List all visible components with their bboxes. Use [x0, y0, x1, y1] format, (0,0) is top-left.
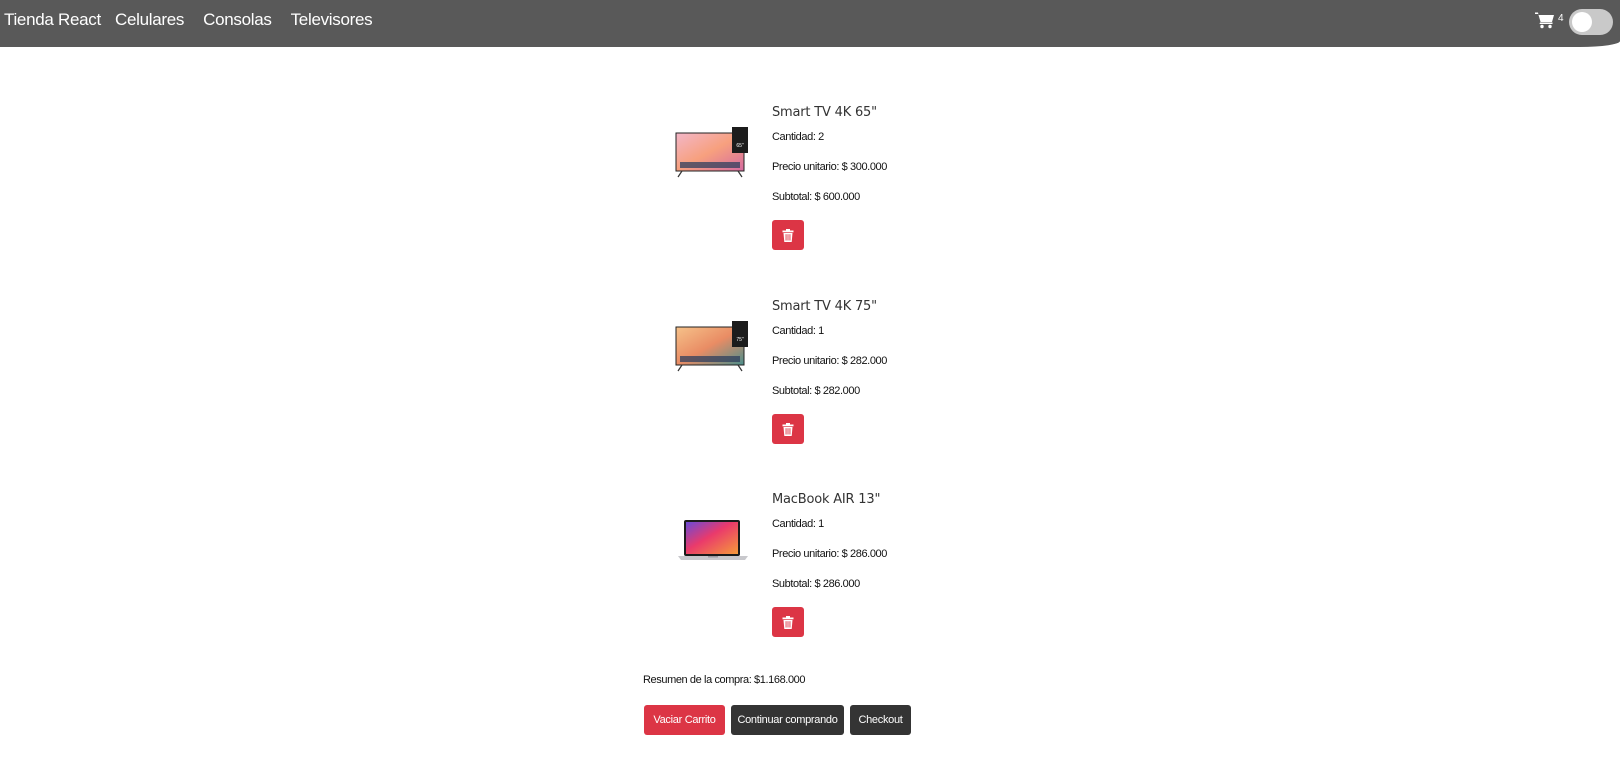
cart-item: 75" Smart TV 4K 75" Cantidad: 1 Precio u… [0, 297, 1620, 477]
item-subtotal: Subtotal: $ 286.000 [772, 578, 860, 590]
subtotal-label: Subtotal: [772, 385, 812, 397]
item-subtotal: Subtotal: $ 282.000 [772, 385, 860, 397]
cart-list: 65" Smart TV 4K 65" Cantidad: 2 Precio u… [0, 0, 1620, 769]
quantity-value: 1 [818, 325, 824, 337]
summary-total: $1.168.000 [754, 674, 806, 686]
laptop-image [674, 516, 752, 576]
unit-price-value: $ 300.000 [841, 161, 888, 173]
purchase-summary: Resumen de la compra: $1.168.000 [643, 674, 806, 686]
tv-image: 65" [674, 127, 752, 187]
item-quantity: Cantidad: 2 [772, 131, 824, 143]
remove-item-button[interactable] [772, 607, 804, 637]
quantity-label: Cantidad: [772, 325, 816, 337]
subtotal-label: Subtotal: [772, 578, 812, 590]
remove-item-button[interactable] [772, 220, 804, 250]
continue-shopping-button[interactable]: Continuar comprando [731, 705, 844, 735]
item-title: Smart TV 4K 65" [772, 105, 877, 120]
svg-text:75": 75" [736, 337, 744, 343]
summary-label: Resumen de la compra: [643, 674, 752, 686]
item-title: Smart TV 4K 75" [772, 299, 877, 314]
unit-price-label: Precio unitario: [772, 161, 839, 173]
cart-item: 65" Smart TV 4K 65" Cantidad: 2 Precio u… [0, 103, 1620, 283]
quantity-label: Cantidad: [772, 131, 816, 143]
subtotal-value: $ 286.000 [814, 578, 860, 590]
item-title: MacBook AIR 13" [772, 492, 881, 507]
item-unit-price: Precio unitario: $ 286.000 [772, 548, 887, 560]
item-unit-price: Precio unitario: $ 300.000 [772, 161, 887, 173]
unit-price-value: $ 282.000 [841, 355, 888, 367]
item-subtotal: Subtotal: $ 600.000 [772, 191, 860, 203]
subtotal-value: $ 282.000 [814, 385, 860, 397]
item-quantity: Cantidad: 1 [772, 518, 824, 530]
quantity-label: Cantidad: [772, 518, 816, 530]
cart-actions: Vaciar Carrito Continuar comprando Check… [644, 705, 917, 735]
svg-text:65": 65" [736, 143, 744, 149]
unit-price-label: Precio unitario: [772, 355, 839, 367]
subtotal-value: $ 600.000 [814, 191, 860, 203]
checkout-button[interactable]: Checkout [850, 705, 911, 735]
tv-image: 75" [674, 321, 752, 381]
remove-item-button[interactable] [772, 414, 804, 444]
unit-price-value: $ 286.000 [841, 548, 888, 560]
trash-icon [782, 228, 794, 242]
trash-icon [782, 422, 794, 436]
cart-item: MacBook AIR 13" Cantidad: 1 Precio unita… [0, 490, 1620, 670]
subtotal-label: Subtotal: [772, 191, 812, 203]
quantity-value: 2 [818, 131, 824, 143]
item-unit-price: Precio unitario: $ 282.000 [772, 355, 887, 367]
quantity-value: 1 [818, 518, 824, 530]
empty-cart-button[interactable]: Vaciar Carrito [644, 705, 725, 735]
unit-price-label: Precio unitario: [772, 548, 839, 560]
trash-icon [782, 615, 794, 629]
item-quantity: Cantidad: 1 [772, 325, 824, 337]
